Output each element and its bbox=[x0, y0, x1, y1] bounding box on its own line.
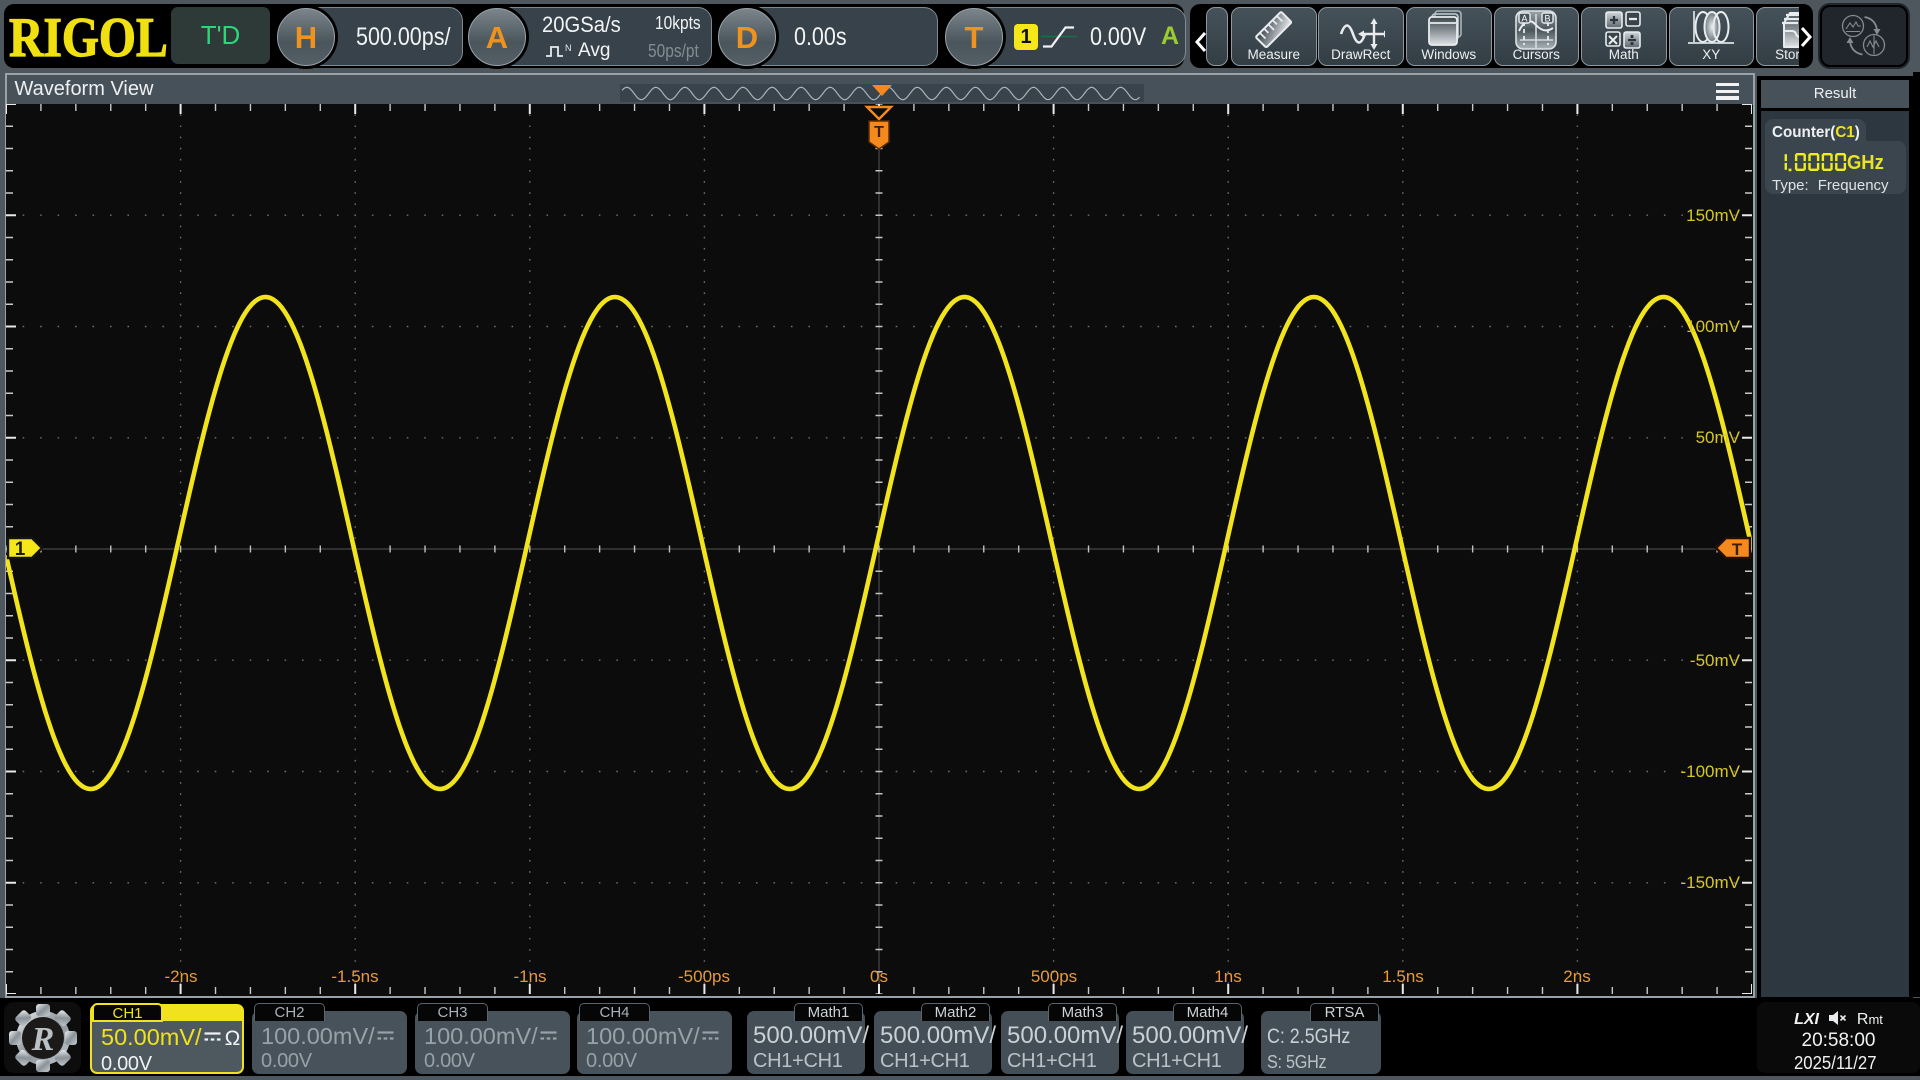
svg-text:1: 1 bbox=[15, 539, 26, 560]
svg-text:-150mV: -150mV bbox=[1680, 873, 1740, 892]
svg-text:R: R bbox=[30, 1021, 54, 1058]
svg-text:-1.5ns: -1.5ns bbox=[331, 967, 378, 986]
svg-text:T: T bbox=[1732, 540, 1743, 559]
svg-text:1ns: 1ns bbox=[1214, 967, 1241, 986]
svg-text:N: N bbox=[565, 43, 571, 53]
svg-text:-1ns: -1ns bbox=[513, 967, 546, 986]
svg-text:-500ps: -500ps bbox=[678, 967, 730, 986]
svg-text:100mV: 100mV bbox=[1686, 317, 1741, 336]
svg-text:500ps: 500ps bbox=[1031, 967, 1077, 986]
svg-text:T: T bbox=[874, 124, 884, 141]
svg-text:-2ns: -2ns bbox=[164, 967, 197, 986]
svg-text:1.5ns: 1.5ns bbox=[1382, 967, 1424, 986]
svg-text:A: A bbox=[1522, 13, 1528, 23]
svg-text:-50mV: -50mV bbox=[1690, 651, 1741, 670]
svg-text:-100mV: -100mV bbox=[1680, 762, 1740, 781]
svg-text:B: B bbox=[1545, 13, 1551, 23]
svg-text:0s: 0s bbox=[870, 967, 888, 986]
svg-text:2ns: 2ns bbox=[1563, 967, 1590, 986]
svg-text:50mV: 50mV bbox=[1696, 428, 1741, 447]
svg-text:150mV: 150mV bbox=[1686, 206, 1741, 225]
